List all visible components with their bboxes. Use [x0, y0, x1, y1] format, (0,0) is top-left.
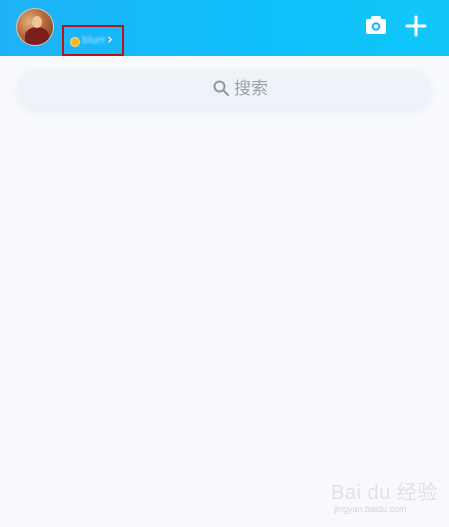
search-placeholder: 搜索 [234, 79, 268, 99]
avatar[interactable] [16, 8, 54, 46]
watermark-main-text: Bai du 经验 [331, 482, 438, 504]
search-bar[interactable]: 搜索 [18, 70, 431, 108]
chevron-right-icon: › [107, 30, 113, 48]
plus-icon[interactable] [404, 14, 428, 38]
status-dot-icon [70, 37, 80, 47]
profile-status-highlight[interactable]: blurred › [62, 25, 124, 56]
top-header: blurred › [0, 0, 449, 56]
avatar-body [25, 27, 49, 45]
profile-status-text: blurred [82, 35, 106, 46]
avatar-face [32, 16, 42, 28]
watermark-sub-text: jingyan.baidu.com [334, 504, 407, 514]
search-icon [213, 80, 229, 96]
camera-icon[interactable] [365, 15, 387, 35]
baidu-watermark: Bai du 经验 jingyan.baidu.com [331, 476, 446, 522]
app-page: blurred › 搜索 Bai du 经验 jingyan.baidu.com [0, 0, 449, 527]
